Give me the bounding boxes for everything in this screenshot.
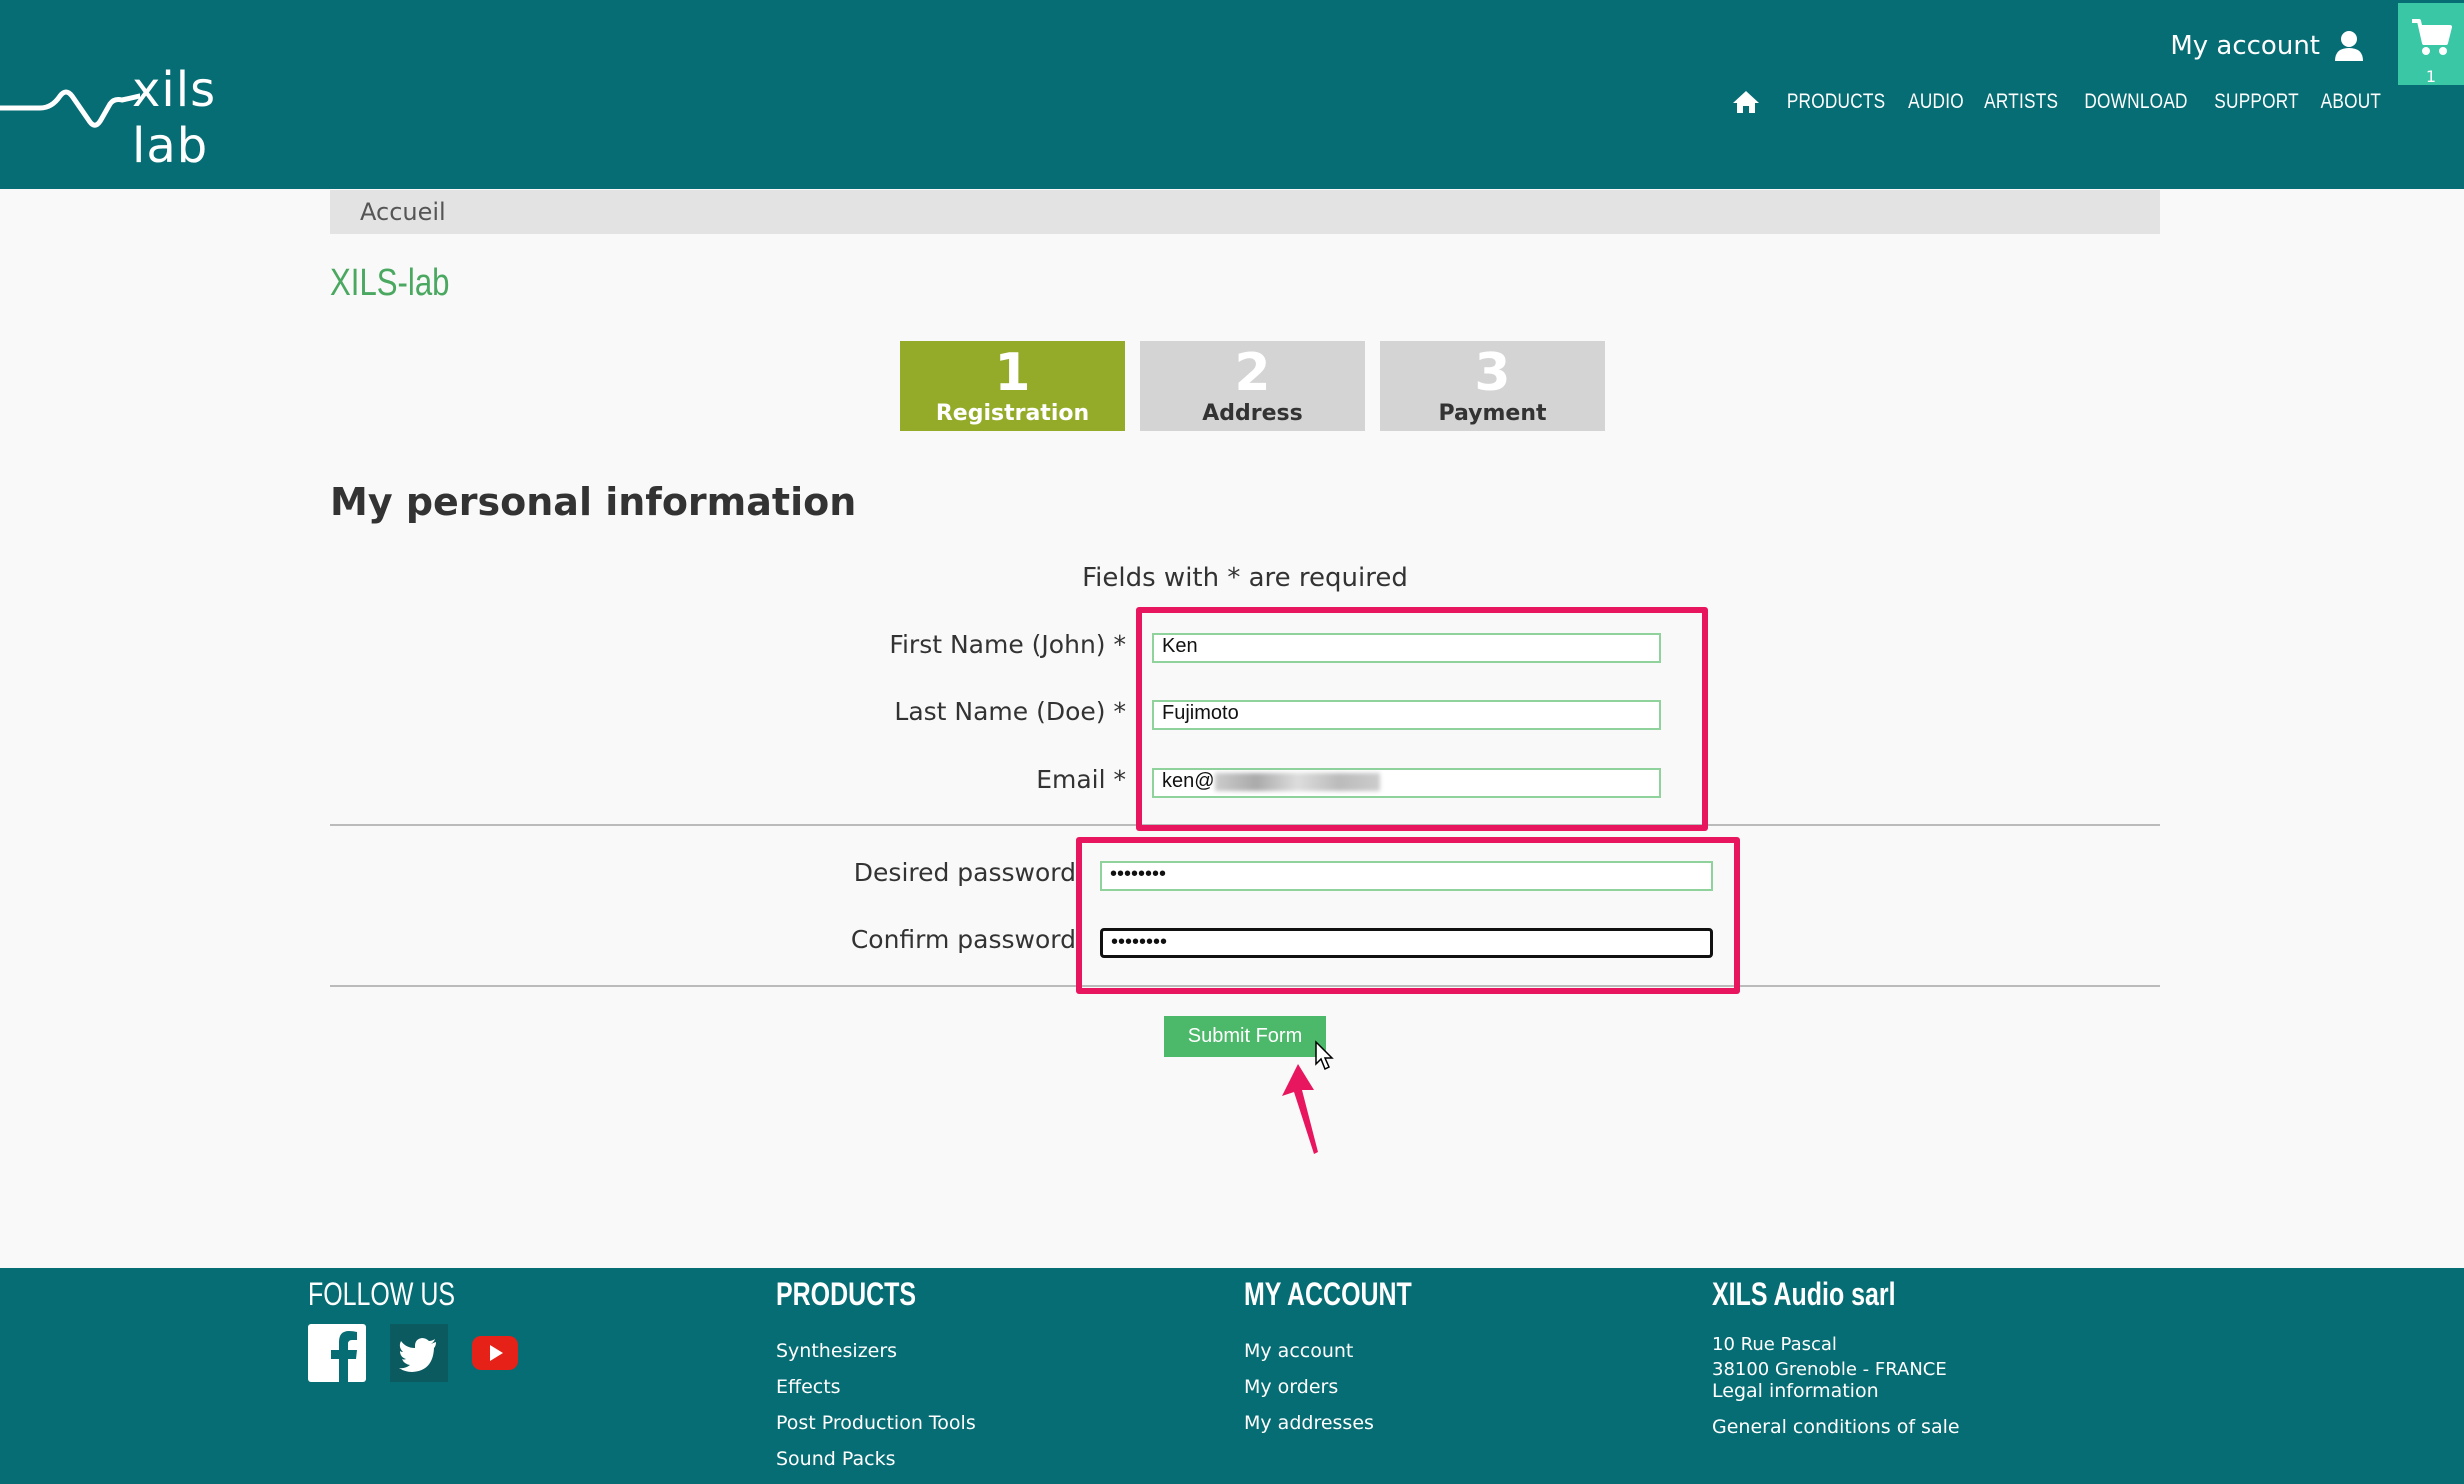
footer-link-my-addresses[interactable]: My addresses [1244,1412,1374,1434]
site-footer: FOLLOW US PRODUCTS Synthesizers Effects … [0,1268,2464,1484]
social-icons [308,1324,518,1382]
last-name-label: Last Name (Doe) * [894,697,1126,726]
required-fields-note: Fields with * are required [1082,563,1408,593]
footer-link-conditions[interactable]: General conditions of sale [1712,1416,1960,1438]
email-label: Email * [1036,765,1126,794]
user-icon [2334,30,2364,62]
xils-lab-logo[interactable]: xils lab [0,60,300,174]
twitter-icon[interactable] [390,1324,448,1382]
annotation-highlight-name-email [1136,607,1708,831]
first-name-label: First Name (John) * [889,630,1126,659]
footer-link-sound-packs[interactable]: Sound Packs [776,1448,895,1470]
facebook-icon[interactable] [308,1324,366,1382]
breadcrumb: Accueil [330,190,2160,234]
page-heading: My personal information [330,480,857,524]
footer-link-synthesizers[interactable]: Synthesizers [776,1340,897,1362]
my-account-link[interactable]: My account [2170,30,2364,62]
step-label: Registration [935,401,1090,426]
company-address-line1: 10 Rue Pascal [1712,1334,1837,1355]
step-label: Address [1202,401,1303,426]
step-number: 1 [994,343,1031,403]
footer-company-heading: XILS Audio sarl [1712,1276,1896,1312]
step-payment: 3 Payment [1380,341,1605,431]
nav-support[interactable]: SUPPORT [2214,90,2299,114]
nav-audio[interactable]: AUDIO [1909,90,1965,114]
site-header: xils lab My account 1 PRODUCTS AUDIO ART… [0,0,2464,189]
footer-link-effects[interactable]: Effects [776,1376,841,1398]
footer-link-legal[interactable]: Legal information [1712,1380,1879,1402]
footer-link-my-orders[interactable]: My orders [1244,1376,1338,1398]
company-address-line2: 38100 Grenoble - FRANCE [1712,1359,1947,1380]
nav-products[interactable]: PRODUCTS [1787,90,1886,114]
logo-wave-icon [0,89,140,128]
confirm-password-label: Confirm password [850,925,1076,954]
password-label: Desired password [853,858,1076,887]
step-registration: 1 Registration [900,341,1125,431]
footer-products-heading: PRODUCTS [776,1276,917,1312]
main-nav: PRODUCTS AUDIO ARTISTS DOWNLOAD SUPPORT … [1732,90,2381,114]
footer-follow-heading: FOLLOW US [308,1276,456,1312]
my-account-label: My account [2170,31,2320,61]
logo-text: xils lab [132,62,217,174]
breadcrumb-home-link[interactable]: Accueil [360,198,446,226]
nav-artists[interactable]: ARTISTS [1985,90,2059,114]
cart-icon [2412,19,2452,55]
cart-button[interactable]: 1 [2398,3,2464,86]
annotation-arrow-icon [1282,1064,1318,1154]
site-title: XILS-lab [330,262,450,304]
step-number: 2 [1234,343,1271,403]
footer-link-post-production[interactable]: Post Production Tools [776,1412,976,1434]
nav-download[interactable]: DOWNLOAD [2084,90,2187,114]
cart-count: 1 [2425,67,2437,86]
step-address: 2 Address [1140,341,1365,431]
checkout-steps: 1 Registration 2 Address 3 Payment [900,341,1605,431]
youtube-icon[interactable] [472,1336,518,1370]
annotation-highlight-passwords [1076,837,1740,994]
nav-about[interactable]: ABOUT [2321,90,2382,114]
home-icon[interactable] [1732,90,1760,114]
submit-form-button[interactable]: Submit Form [1164,1016,1326,1057]
step-number: 3 [1474,343,1511,403]
footer-link-my-account[interactable]: My account [1244,1340,1353,1362]
footer-account-heading: MY ACCOUNT [1244,1276,1412,1312]
step-label: Payment [1438,401,1547,426]
